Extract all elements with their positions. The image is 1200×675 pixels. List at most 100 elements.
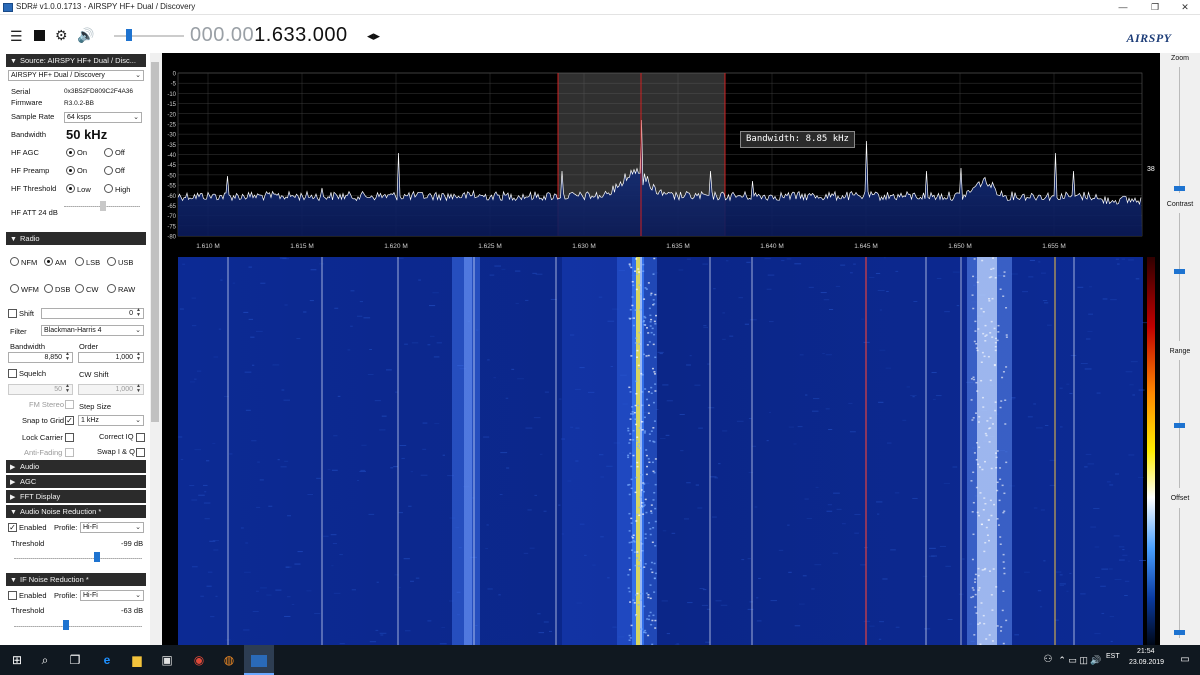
tray-icons[interactable]: ⌃ ▭ ◫ 🔊 <box>1058 645 1102 675</box>
filter-select[interactable]: Blackman-Harris 4 ⌄ <box>41 325 144 336</box>
edge-browser-icon[interactable]: e <box>92 645 122 675</box>
mode-wfm-radio[interactable] <box>10 284 19 293</box>
db-axis-tick-label: -25 <box>167 122 176 128</box>
squelch-checkbox[interactable] <box>8 369 17 378</box>
device-select-value: AIRSPY HF+ Dual / Discovery <box>11 72 105 79</box>
mode-am-label: AM <box>55 258 67 267</box>
db-axis-tick-label: -5 <box>171 82 177 88</box>
step-size-select[interactable]: 1 kHz ⌄ <box>78 415 144 426</box>
db-axis-tick-label: -35 <box>167 143 176 149</box>
frequency-display[interactable]: 000.001.633.000 <box>190 24 348 47</box>
correct-iq-checkbox[interactable] <box>136 433 145 442</box>
contrast-slider-thumb[interactable] <box>1174 269 1185 274</box>
anr-profile-select[interactable]: Hi-Fi ⌄ <box>80 522 144 533</box>
offset-slider-thumb[interactable] <box>1174 630 1185 635</box>
mode-cw-radio[interactable] <box>75 284 84 293</box>
agc-section-header[interactable]: ▶ AGC <box>6 475 146 488</box>
store-icon[interactable]: ▣ <box>152 645 182 675</box>
radio-section-header[interactable]: ▼ Radio <box>6 232 146 245</box>
sample-rate-select[interactable]: 64 ksps ⌄ <box>64 112 142 123</box>
frequency-axis-labels: 1.610 M 1.615 M 1.620 M 1.625 M 1.630 M 1.635… <box>196 243 1066 250</box>
speaker-icon[interactable]: 🔊 <box>77 27 94 44</box>
frequency-axis-tick-label: 1.610 M <box>196 243 220 250</box>
contrast-slider-track[interactable] <box>1179 213 1180 341</box>
ifnr-enabled-checkbox[interactable] <box>8 591 17 600</box>
hf-agc-off-radio[interactable] <box>104 148 113 157</box>
db-axis-labels: 0 -5 -10 -15 -20 -25 -30 -35 -40 -45 -50 -55 -60 -65 -… <box>167 72 176 241</box>
app-orange-icon[interactable]: ◍ <box>214 645 244 675</box>
hf-threshold-high-label: High <box>115 185 131 194</box>
ifnr-threshold-slider-thumb[interactable] <box>63 620 69 630</box>
spectrum-waterfall-canvas[interactable]: 0 -5 -10 -15 -20 -25 -30 -35 -40 -45 -50 -55 -60 -65 -… <box>162 53 1160 645</box>
chrome-browser-icon[interactable]: ◉ <box>184 645 214 675</box>
volume-slider-thumb[interactable] <box>126 29 132 41</box>
snap-to-grid-checkbox[interactable]: ✓ <box>65 416 74 425</box>
hf-preamp-off-radio[interactable] <box>104 166 113 175</box>
hf-preamp-on-label: On <box>77 166 88 175</box>
mode-lsb-radio[interactable] <box>75 257 84 266</box>
serial-value: 0x3B52FD809C2F4A36 <box>64 88 134 95</box>
hf-agc-on-radio[interactable] <box>66 148 75 157</box>
device-select[interactable]: AIRSPY HF+ Dual / Discovery ⌄ <box>8 70 144 81</box>
audio-noise-reduction-header[interactable]: ▼ Audio Noise Reduction * <box>6 505 146 518</box>
anr-enabled-checkbox[interactable]: ✓ <box>8 523 17 532</box>
minimize-button[interactable]: — <box>1108 0 1138 15</box>
anti-fading-checkbox[interactable] <box>65 448 74 457</box>
sidebar-scrollbar-thumb[interactable] <box>151 62 159 422</box>
menu-icon[interactable]: ☰ <box>10 28 23 45</box>
radio-bandwidth-label: Bandwidth <box>10 342 46 351</box>
bandwidth-stepper[interactable]: 8,850 ▲ ▼ <box>8 352 73 363</box>
step-size-value: 1 kHz <box>81 417 99 424</box>
mode-am-radio[interactable] <box>44 257 53 266</box>
fft-display-section-header[interactable]: ▶ FFT Display <box>6 490 146 503</box>
file-explorer-icon[interactable]: ▆ <box>122 645 152 675</box>
hf-att-slider-thumb[interactable] <box>100 201 106 211</box>
cw-shift-stepper[interactable]: 1,000 ▲ ▼ <box>78 384 144 395</box>
mode-raw-radio[interactable] <box>107 284 116 293</box>
offset-slider-track[interactable] <box>1179 508 1180 638</box>
swap-iq-checkbox[interactable] <box>136 448 145 457</box>
sdrsharp-taskbar-icon[interactable] <box>244 645 274 675</box>
anr-threshold-slider-thumb[interactable] <box>94 552 100 562</box>
clock-date[interactable]: 23.09.2019 <box>1129 659 1164 666</box>
ifnr-threshold-slider-track[interactable] <box>14 626 142 627</box>
mode-dsb-radio[interactable] <box>44 284 53 293</box>
stop-icon[interactable] <box>34 30 45 41</box>
mode-raw-label: RAW <box>118 285 136 294</box>
frequency-active-digits: 1.633.000 <box>254 24 348 46</box>
range-slider-thumb[interactable] <box>1174 423 1185 428</box>
maximize-button[interactable]: ❐ <box>1140 0 1170 15</box>
mode-nfm-radio[interactable] <box>10 257 19 266</box>
squelch-stepper[interactable]: 50 ▲ ▼ <box>8 384 73 395</box>
close-button[interactable]: ✕ <box>1170 0 1200 15</box>
source-section-header[interactable]: ▼ Source: AIRSPY HF+ Dual / Disc... <box>6 54 146 67</box>
anr-threshold-slider-track[interactable] <box>14 558 142 559</box>
fm-stereo-checkbox[interactable] <box>65 400 74 409</box>
ifnr-profile-select[interactable]: Hi-Fi ⌄ <box>80 590 144 601</box>
zoom-slider-track[interactable] <box>1179 67 1180 193</box>
clock-time[interactable]: 21:54 <box>1137 648 1155 655</box>
gear-icon[interactable]: ⚙ <box>55 27 68 44</box>
order-stepper[interactable]: 1,000 ▲ ▼ <box>78 352 144 363</box>
anti-fading-label: Anti-Fading <box>24 448 63 457</box>
hf-preamp-on-radio[interactable] <box>66 166 75 175</box>
shift-stepper[interactable]: 0 ▲ ▼ <box>41 308 144 319</box>
notifications-icon[interactable]: ▭ <box>1170 645 1200 675</box>
keyboard-language[interactable]: EST <box>1106 653 1120 660</box>
task-view-icon[interactable]: ❐ <box>60 645 90 675</box>
hf-threshold-low-radio[interactable] <box>66 184 75 193</box>
shift-checkbox[interactable] <box>8 309 17 318</box>
spectrum-waterfall-area[interactable]: 0 -5 -10 -15 -20 -25 -30 -35 -40 -45 -50 -55 -60 -65 -… <box>162 53 1160 645</box>
zoom-slider-thumb[interactable] <box>1174 186 1185 191</box>
if-noise-reduction-header[interactable]: ▼ IF Noise Reduction * <box>6 573 146 586</box>
search-icon[interactable]: ⌕ <box>30 645 60 675</box>
frequency-step-arrows[interactable]: ◂▸ <box>367 28 380 44</box>
frequency-axis-tick-label: 1.620 M <box>384 243 408 250</box>
audio-section-header[interactable]: ▶ Audio <box>6 460 146 473</box>
db-axis-tick-label: -50 <box>167 173 176 179</box>
windows-start-icon[interactable]: ⊞ <box>2 645 32 675</box>
lock-carrier-checkbox[interactable] <box>65 433 74 442</box>
mode-usb-radio[interactable] <box>107 257 116 266</box>
hf-threshold-high-radio[interactable] <box>104 184 113 193</box>
volume-slider-track[interactable] <box>114 35 184 37</box>
